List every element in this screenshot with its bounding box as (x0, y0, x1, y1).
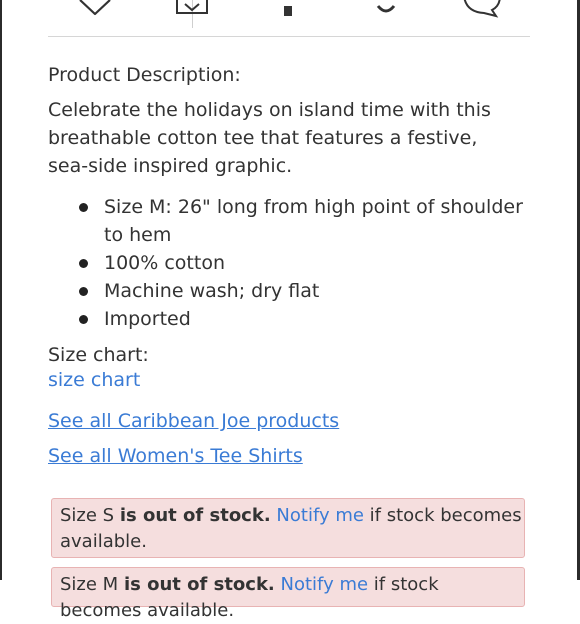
bullet-icon (79, 203, 88, 212)
comment-icon[interactable] (462, 0, 502, 18)
size-chart-link[interactable]: size chart (48, 369, 140, 391)
product-description-heading: Product Description: (48, 64, 241, 86)
share-bar (48, 0, 530, 36)
heart-icon[interactable] (78, 0, 112, 16)
stock-status: is out of stock. (123, 574, 275, 595)
pinterest-icon[interactable] (374, 0, 398, 16)
bullet-icon (79, 315, 88, 324)
size-chart-label: Size chart: (48, 344, 149, 366)
stock-status: is out of stock. (119, 505, 271, 526)
list-item: Imported (48, 305, 528, 333)
list-item: 100% cotton (48, 249, 528, 277)
stock-alert-size-m: Size M is out of stock. Notify me if sto… (51, 567, 525, 621)
see-all-brand-products-link[interactable]: See all Caribbean Joe products (48, 410, 339, 432)
see-all-category-link[interactable]: See all Women's Tee Shirts (48, 445, 303, 467)
list-item: Machine wash; dry flat (48, 277, 528, 305)
section-divider (48, 36, 530, 37)
facebook-icon[interactable] (278, 0, 298, 16)
bullet-icon (79, 287, 88, 296)
bullet-icon (79, 259, 88, 268)
list-item: Size M: 26" long from high point of shou… (48, 193, 528, 249)
like-box-icon[interactable] (175, 0, 209, 16)
product-description-text: Celebrate the holidays on island time wi… (48, 99, 491, 177)
window-frame-left (0, 0, 2, 580)
notify-me-link[interactable]: Notify me (281, 574, 369, 595)
product-details-list: Size M: 26" long from high point of shou… (48, 193, 528, 333)
stock-alert-size-s: Size S is out of stock. Notify me if sto… (51, 498, 525, 558)
notify-me-link[interactable]: Notify me (276, 505, 364, 526)
